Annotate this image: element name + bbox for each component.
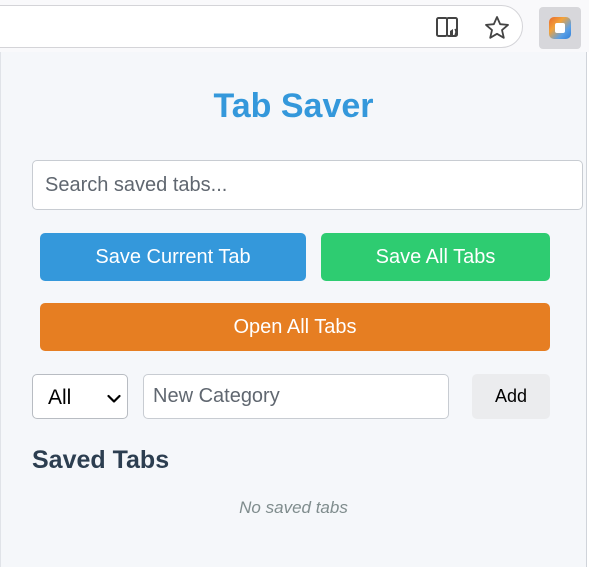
save-current-tab-button[interactable]: Save Current Tab xyxy=(40,233,306,281)
reader-view-icon[interactable] xyxy=(435,14,463,42)
popup-title: Tab Saver xyxy=(213,87,374,125)
search-input[interactable] xyxy=(32,160,583,210)
category-select[interactable]: All xyxy=(32,374,128,419)
empty-state-message: No saved tabs xyxy=(239,498,348,517)
browser-toolbar xyxy=(0,0,589,52)
save-all-tabs-button[interactable]: Save All Tabs xyxy=(321,233,550,281)
category-select-value: All xyxy=(48,386,72,409)
tab-saver-popup: Tab Saver Save Current Tab Save All Tabs… xyxy=(0,52,587,567)
extension-button[interactable] xyxy=(539,7,581,49)
saved-tabs-heading: Saved Tabs xyxy=(32,446,170,474)
chevron-down-icon xyxy=(107,391,121,403)
bookmark-star-icon[interactable] xyxy=(483,14,511,42)
new-category-input[interactable] xyxy=(143,374,449,419)
tab-saver-extension-icon xyxy=(549,17,571,39)
add-category-button[interactable]: Add xyxy=(472,374,550,419)
open-all-tabs-button[interactable]: Open All Tabs xyxy=(40,303,550,351)
